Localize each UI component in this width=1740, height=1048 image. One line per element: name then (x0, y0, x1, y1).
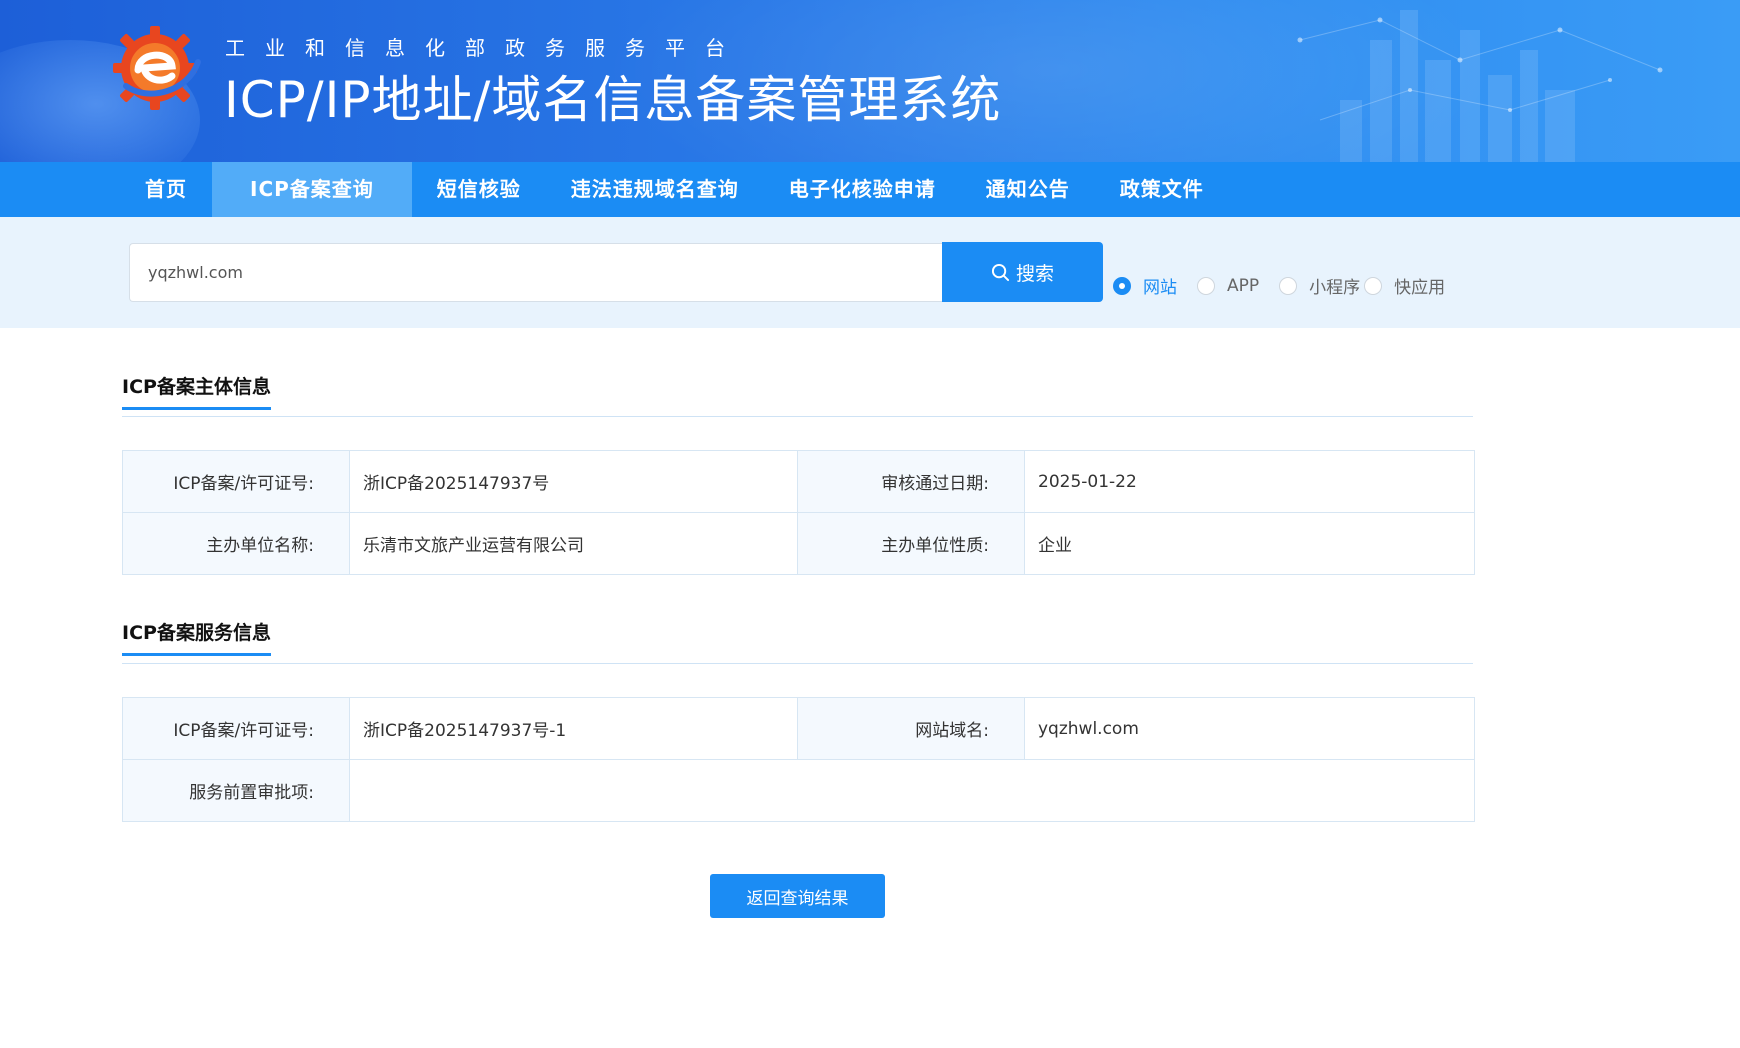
radio-website[interactable]: 网站 (1113, 273, 1177, 298)
field-label: 审核通过日期: (797, 450, 1025, 513)
nav-illegal-domain-query[interactable]: 违法违规域名查询 (546, 162, 764, 217)
search-button[interactable]: 搜索 (942, 242, 1103, 302)
radio-checked-icon (1113, 276, 1131, 295)
field-value: 浙ICP备2025147937号 (349, 450, 798, 513)
service-section-title: ICP备案服务信息 (122, 618, 271, 656)
radio-mini-program[interactable]: 小程序 (1279, 273, 1360, 298)
radio-label: APP (1227, 275, 1260, 296)
field-label: ICP备案/许可证号: (122, 450, 350, 513)
platform-subtitle: 工业和信息化部政务服务平台 (225, 36, 745, 60)
table-row: 主办单位名称: 乐清市文旅产业运营有限公司 主办单位性质: 企业 (122, 512, 1475, 575)
field-value (349, 759, 1475, 822)
nav-policy-docs[interactable]: 政策文件 (1095, 162, 1229, 217)
back-to-results-button[interactable]: 返回查询结果 (710, 874, 885, 918)
search-band: 搜索 网站 APP 小程序 快应用 (0, 217, 1740, 328)
radio-quick-app[interactable]: 快应用 (1364, 273, 1445, 298)
subject-section-title: ICP备案主体信息 (122, 372, 271, 410)
radio-label: 快应用 (1394, 278, 1446, 298)
miit-logo-icon (113, 26, 201, 110)
radio-label: 网站 (1143, 278, 1177, 298)
system-title: ICP/IP地址/域名信息备案管理系统 (224, 71, 1002, 129)
search-button-label: 搜索 (1015, 262, 1054, 285)
radio-app[interactable]: APP (1197, 276, 1259, 296)
table-row: ICP备案/许可证号: 浙ICP备2025147937号 审核通过日期: 202… (122, 450, 1475, 513)
radio-unchecked-icon (1364, 276, 1383, 295)
field-label: 服务前置审批项: (122, 759, 350, 822)
field-label: 主办单位性质: (797, 512, 1025, 575)
city-skyline-decoration (1297, 10, 1663, 162)
field-label: ICP备案/许可证号: (122, 697, 350, 760)
search-input[interactable] (129, 243, 943, 302)
radio-unchecked-icon (1197, 276, 1215, 295)
section-divider (122, 416, 1473, 417)
radio-label: 小程序 (1309, 278, 1361, 298)
nav-sms-verify[interactable]: 短信核验 (412, 162, 546, 217)
field-value: 浙ICP备2025147937号-1 (349, 697, 798, 760)
main-nav: 首页 ICP备案查询 短信核验 违法违规域名查询 电子化核验申请 通知公告 政策… (0, 162, 1740, 217)
site-header: 工业和信息化部政务服务平台 ICP/IP地址/域名信息备案管理系统 (0, 0, 1740, 162)
field-value: 2025-01-22 (1024, 450, 1475, 513)
nav-notices[interactable]: 通知公告 (961, 162, 1095, 217)
field-label: 网站域名: (797, 697, 1025, 760)
service-info-table: ICP备案/许可证号: 浙ICP备2025147937号-1 网站域名: yqz… (122, 697, 1475, 822)
radio-unchecked-icon (1279, 276, 1298, 295)
section-divider (122, 663, 1473, 664)
nav-electronic-verify[interactable]: 电子化核验申请 (764, 162, 961, 217)
nav-home[interactable]: 首页 (120, 162, 212, 217)
field-label: 主办单位名称: (122, 512, 350, 575)
search-icon (991, 263, 1010, 281)
search-type-radio-group: 网站 APP 小程序 快应用 (1113, 273, 1465, 298)
subject-info-table: ICP备案/许可证号: 浙ICP备2025147937号 审核通过日期: 202… (122, 450, 1475, 575)
field-value: 乐清市文旅产业运营有限公司 (349, 512, 798, 575)
nav-icp-query[interactable]: ICP备案查询 (212, 162, 412, 217)
table-row: 服务前置审批项: (122, 759, 1475, 822)
field-value: yqzhwl.com (1024, 697, 1475, 760)
field-value: 企业 (1024, 512, 1475, 575)
table-row: ICP备案/许可证号: 浙ICP备2025147937号-1 网站域名: yqz… (122, 697, 1475, 760)
